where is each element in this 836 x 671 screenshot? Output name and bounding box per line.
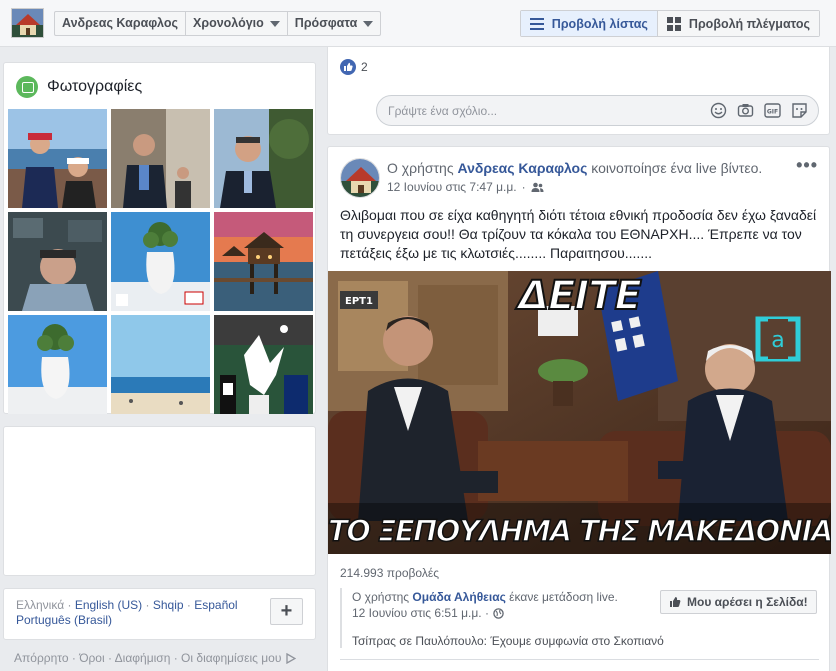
photo-thumbnail[interactable] <box>111 315 210 414</box>
svg-text:GIF: GIF <box>767 109 778 116</box>
profile-nav-group: Ανδρεας Καραφλος Χρονολόγιο Πρόσφατα <box>54 11 382 36</box>
photo-thumbnail[interactable] <box>214 109 313 208</box>
post-header: Ο χρήστης Ανδρεας Καραφλος κοινοποίησε έ… <box>387 160 763 176</box>
photo-thumbnail[interactable] <box>8 315 107 414</box>
original-post-attachment: Ο χρήστης Ομάδα Αλήθειας έκανε μετάδοση … <box>340 588 819 648</box>
photo-thumbnail[interactable] <box>8 109 107 208</box>
language-link[interactable]: Español <box>194 598 237 612</box>
photos-header[interactable]: Φωτογραφίες <box>16 76 142 98</box>
post-timestamp[interactable]: 12 Ιουνίου στις 7:47 μ.μ. <box>387 180 517 194</box>
language-list: Ελληνικά · English (US) · Shqip · Españo… <box>16 598 238 627</box>
empty-panel <box>3 426 316 576</box>
gif-icon[interactable]: GIF <box>764 102 781 119</box>
plus-icon: + <box>280 600 293 622</box>
grid-icon <box>666 16 681 31</box>
previous-post-footer: 2 Γράψτε ένα σχόλιο... GIF <box>327 47 830 135</box>
recent-dropdown[interactable]: Πρόσφατα <box>288 12 381 35</box>
shared-video-post: Ο χρήστης Ανδρεας Καραφλος κοινοποίησε έ… <box>327 146 831 671</box>
language-selector-card: Ελληνικά · English (US) · Shqip · Españo… <box>3 588 316 640</box>
post-body-text: Θλιβομαι που σε είχα καθηγητή διότι τέτο… <box>340 207 817 261</box>
video-player[interactable]: a ΕΡΤ1 ΔΕΙΤΕ ΤΟ ΞΕΠΟΥΛΗΜΑ ΤΗΣ ΜΑΚΕΔΟΝΙΑΣ <box>328 271 831 554</box>
page-name-link[interactable]: Ομάδα Αλήθειας <box>412 590 505 604</box>
like-count: 2 <box>361 60 368 74</box>
list-view-button[interactable]: Προβολή λίστας <box>520 11 658 36</box>
photos-card: Φωτογραφίες <box>3 62 316 414</box>
timeline-toolbar: Ανδρεας Καραφλος Χρονολόγιο Πρόσφατα Προ… <box>0 0 836 47</box>
photo-thumbnail[interactable] <box>8 212 107 311</box>
photos-title: Φωτογραφίες <box>47 78 143 95</box>
emoji-icon[interactable] <box>710 102 727 119</box>
language-link[interactable]: English (US) <box>75 598 142 612</box>
photo-thumbnail[interactable] <box>214 315 313 414</box>
current-language: Ελληνικά <box>16 598 65 612</box>
more-options-button[interactable]: ••• <box>796 156 818 174</box>
separator-dot: · <box>521 180 526 194</box>
profile-name-button[interactable]: Ανδρεας Καραφλος <box>55 12 186 35</box>
sticker-icon[interactable] <box>791 102 808 119</box>
original-post-header: Ο χρήστης Ομάδα Αλήθειας έκανε μετάδοση … <box>352 590 618 604</box>
photo-icon <box>16 76 38 98</box>
original-post-description: Τσίπρας σε Παυλόπουλο: Έχουμε συμφωνία σ… <box>352 634 664 648</box>
original-post-meta: 12 Ιουνίου στις 6:51 μ.μ. · <box>352 606 504 620</box>
thumbs-up-icon <box>670 597 681 607</box>
language-link[interactable]: Português (Brasil) <box>16 613 112 627</box>
profile-thumbnail[interactable] <box>11 8 44 38</box>
footer-links[interactable]: Απόρρητο · Όροι · Διαφήμιση · Οι διαφημί… <box>14 651 297 665</box>
view-toggle: Προβολή λίστας Προβολή πλέγματος <box>519 10 820 37</box>
globe-icon[interactable] <box>493 607 504 619</box>
list-icon <box>529 17 544 30</box>
comment-input[interactable]: Γράψτε ένα σχόλιο... GIF <box>376 95 819 126</box>
post-meta: 12 Ιουνίου στις 7:47 μ.μ. · <box>387 180 544 194</box>
like-page-button[interactable]: Μου αρέσει η Σελίδα! <box>660 590 817 614</box>
view-count: 214.993 προβολές <box>340 566 439 580</box>
original-post-timestamp[interactable]: 12 Ιουνίου στις 6:51 μ.μ. · <box>352 606 489 620</box>
video-top-caption: ΔΕΙΤΕ <box>517 272 643 320</box>
grid-view-button[interactable]: Προβολή πλέγματος <box>657 11 819 36</box>
like-icon <box>340 59 356 75</box>
photo-thumbnail[interactable] <box>111 109 210 208</box>
language-link[interactable]: Shqip <box>153 598 184 612</box>
chevron-down-icon <box>269 20 280 27</box>
timeline-dropdown[interactable]: Χρονολόγιο <box>186 12 288 35</box>
chevron-down-icon <box>363 20 374 27</box>
svg-text:a: a <box>771 328 784 353</box>
more-languages-button[interactable]: + <box>270 598 303 625</box>
reaction-summary[interactable]: 2 <box>340 59 368 75</box>
video-bottom-caption: ΤΟ ΞΕΠΟΥΛΗΜΑ ΤΗΣ ΜΑΚΕΔΟΝΙΑΣ <box>328 513 831 549</box>
author-name-link[interactable]: Ανδρεας Καραφλος <box>457 160 587 176</box>
divider <box>340 659 819 660</box>
ad-choices-icon <box>286 653 297 665</box>
friends-audience-icon[interactable] <box>531 182 544 193</box>
photo-grid <box>8 109 313 414</box>
photo-thumbnail[interactable] <box>111 212 210 311</box>
author-avatar[interactable] <box>340 158 380 198</box>
camera-icon[interactable] <box>737 102 754 119</box>
comment-tools: GIF <box>710 102 808 119</box>
photo-thumbnail[interactable] <box>214 212 313 311</box>
